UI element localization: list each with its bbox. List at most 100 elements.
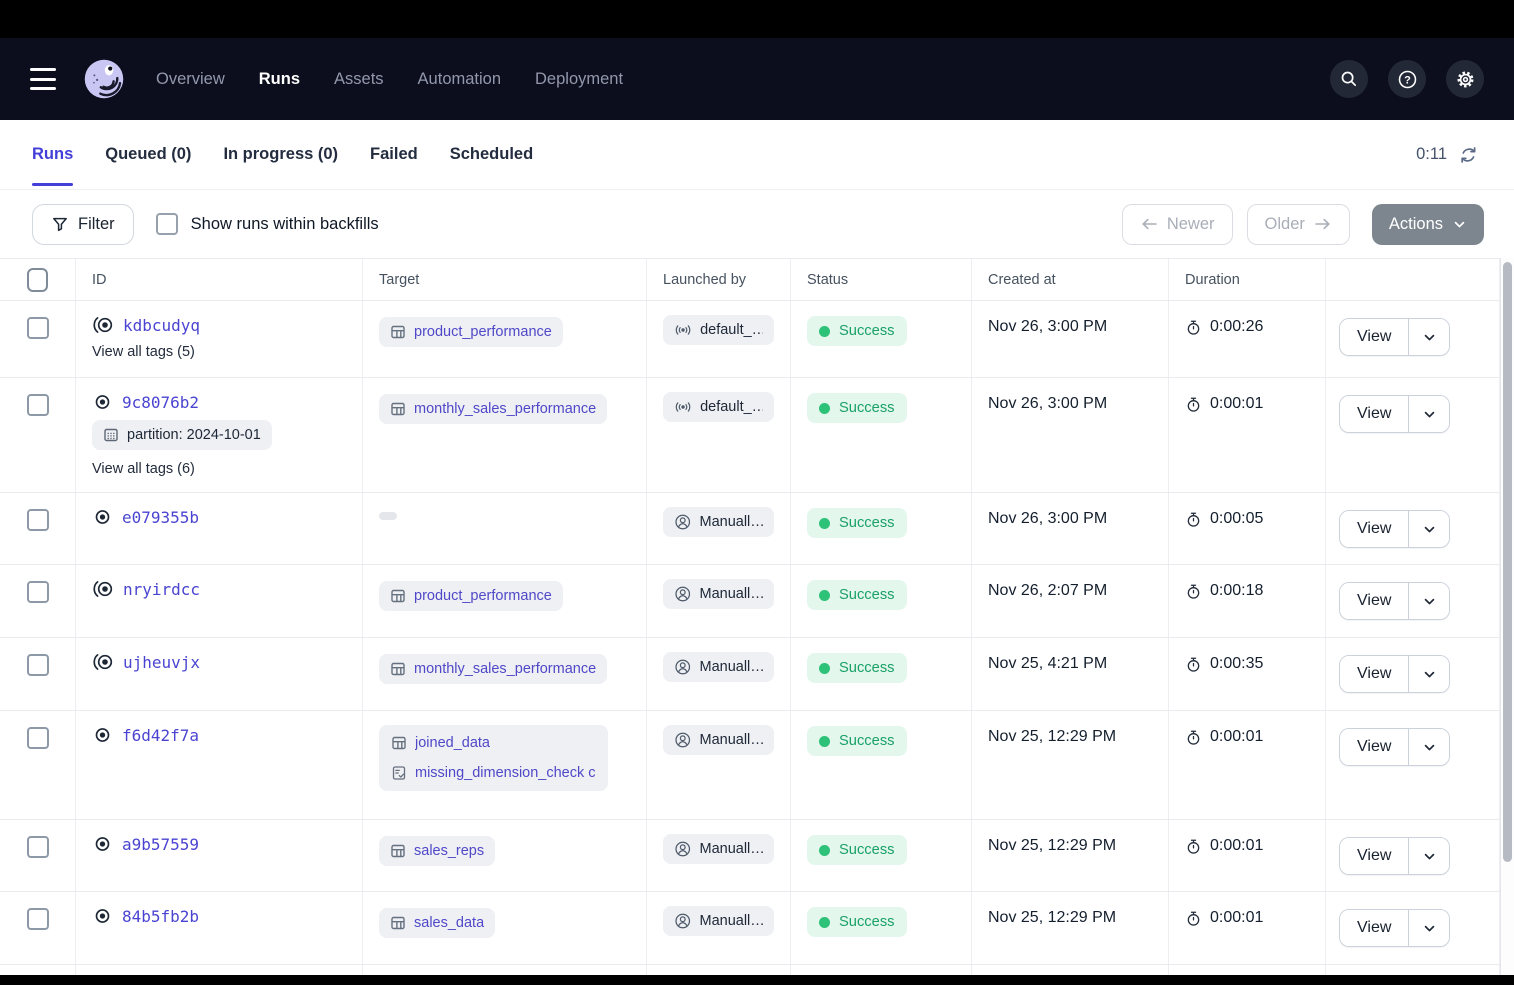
view-run-button[interactable]: View (1340, 729, 1409, 765)
view-dropdown-button[interactable] (1409, 511, 1449, 547)
row-checkbox[interactable] (27, 317, 49, 339)
launched-by-tag[interactable]: default_… (663, 315, 774, 345)
search-button[interactable] (1330, 60, 1368, 98)
view-all-tags-link[interactable]: View all tags (5) (92, 344, 195, 360)
target-label: sales_data (414, 915, 484, 931)
tab-queued-0[interactable]: Queued (0) (105, 120, 191, 189)
view-run-button[interactable]: View (1340, 583, 1409, 619)
nav-item-automation[interactable]: Automation (418, 70, 501, 89)
cell-target: sales_reps (363, 820, 647, 891)
launched-by-tag[interactable]: default_… (663, 392, 774, 422)
cell-created-at: Nov 26, 3:00 PM (972, 493, 1169, 564)
runs-tabs: Runs Queued (0) In progress (0) Failed Sched… (32, 120, 533, 189)
vertical-scrollbar[interactable] (1500, 258, 1514, 975)
dagster-logo[interactable] (82, 57, 126, 101)
cell-created-at: Nov 26, 2:07 PM (972, 565, 1169, 637)
filter-button[interactable]: Filter (32, 204, 134, 245)
row-checkbox[interactable] (27, 581, 49, 603)
row-checkbox[interactable] (27, 727, 49, 749)
view-run-button[interactable]: View (1340, 910, 1409, 946)
partition-label: partition: 2024-10-01 (127, 427, 261, 443)
scrollbar-thumb[interactable] (1503, 262, 1512, 862)
backfills-toggle[interactable]: Show runs within backfills (156, 213, 379, 235)
view-dropdown-button[interactable] (1409, 319, 1449, 355)
cell-select (0, 638, 76, 710)
run-id-link[interactable]: 84b5fb2b (122, 907, 199, 926)
table-row: e079355b Manuall… Success Nov 26, 3:00 P… (0, 493, 1500, 565)
target-tag-group[interactable]: joined_data missing_dimension_check c (379, 725, 608, 791)
view-dropdown-button[interactable] (1409, 910, 1449, 946)
refresh-button[interactable] (1459, 146, 1478, 164)
help-button[interactable]: ? (1388, 60, 1426, 98)
column-header-id: ID (76, 259, 363, 300)
actions-button[interactable]: Actions (1372, 204, 1484, 245)
run-id-link[interactable]: ujheuvjx (123, 653, 200, 672)
row-checkbox[interactable] (27, 654, 49, 676)
target-tag[interactable]: product_performance (379, 317, 563, 347)
launched-by-tag[interactable]: Manuall… (663, 906, 774, 936)
status-badge: Success (807, 393, 907, 423)
view-run-button[interactable]: View (1340, 396, 1409, 432)
nav-item-deployment[interactable]: Deployment (535, 70, 623, 89)
launched-by-tag[interactable]: Manuall… (663, 834, 774, 864)
launched-by-tag[interactable]: Manuall… (663, 507, 774, 537)
status-label: Success (839, 660, 895, 676)
view-run-button[interactable]: View (1340, 511, 1409, 547)
launched-by-tag[interactable]: Manuall… (663, 725, 774, 755)
tab-runs[interactable]: Runs (32, 120, 73, 189)
nav-item-overview[interactable]: Overview (156, 70, 225, 89)
target-tag[interactable]: monthly_sales_performance (379, 654, 607, 684)
tab-failed[interactable]: Failed (370, 120, 418, 189)
launched-by-tag[interactable]: Manuall… (663, 579, 774, 609)
view-run-button[interactable]: View (1340, 656, 1409, 692)
nav-item-runs[interactable]: Runs (259, 70, 300, 89)
status-badge: Success (807, 907, 907, 937)
view-dropdown-button[interactable] (1409, 729, 1449, 765)
tab-scheduled[interactable]: Scheduled (450, 120, 533, 189)
cell-target: monthly_sales_performance (363, 638, 647, 710)
select-all-checkbox[interactable] (27, 268, 48, 292)
cell-status: Success (791, 711, 972, 819)
tab-label: Failed (370, 145, 418, 164)
status-label: Success (839, 515, 895, 531)
success-dot-icon (819, 845, 830, 856)
target-tag[interactable]: monthly_sales_performance (379, 394, 607, 424)
view-run-button[interactable]: View (1340, 838, 1409, 874)
user-icon (674, 513, 692, 531)
backfills-checkbox[interactable] (156, 213, 178, 235)
partition-tag[interactable]: partition: 2024-10-01 (92, 420, 272, 450)
run-id-link[interactable]: nryirdcc (123, 580, 200, 599)
view-run-button[interactable]: View (1340, 319, 1409, 355)
older-button[interactable]: Older (1247, 204, 1350, 245)
run-id-link[interactable]: kdbcudyq (123, 316, 200, 335)
settings-button[interactable] (1446, 60, 1484, 98)
target-tag[interactable]: product_performance (379, 581, 563, 611)
target-tag[interactable]: sales_reps (379, 836, 495, 866)
row-checkbox[interactable] (27, 509, 49, 531)
target-tag: joined_data (391, 735, 596, 751)
nav-item-assets[interactable]: Assets (334, 70, 384, 89)
run-id-link[interactable]: f6d42f7a (122, 726, 199, 745)
newer-button[interactable]: Newer (1122, 204, 1233, 245)
view-dropdown-button[interactable] (1409, 583, 1449, 619)
view-dropdown-button[interactable] (1409, 656, 1449, 692)
run-id-link[interactable]: e079355b (122, 508, 199, 527)
view-all-tags-link[interactable]: View all tags (6) (92, 461, 195, 477)
hamburger-menu-button[interactable] (30, 68, 60, 90)
target-tag[interactable]: sales_data (379, 908, 495, 938)
run-id-link[interactable]: 9c8076b2 (122, 393, 199, 412)
view-button-group: View (1339, 395, 1450, 433)
table-row: ujheuvjx monthly_sales_performance Manua… (0, 638, 1500, 711)
run-id-link[interactable]: a9b57559 (122, 835, 199, 854)
row-checkbox[interactable] (27, 394, 49, 416)
target-label: sales_reps (414, 843, 484, 859)
view-dropdown-button[interactable] (1409, 838, 1449, 874)
created-at-value: Nov 26, 2:07 PM (988, 582, 1107, 599)
launched-by-label: default_… (700, 399, 763, 415)
tab-in-progress-0[interactable]: In progress (0) (223, 120, 338, 189)
view-dropdown-button[interactable] (1409, 396, 1449, 432)
row-checkbox[interactable] (27, 908, 49, 930)
launched-by-tag[interactable]: Manuall… (663, 652, 774, 682)
chevron-down-icon (1422, 740, 1437, 755)
row-checkbox[interactable] (27, 836, 49, 858)
